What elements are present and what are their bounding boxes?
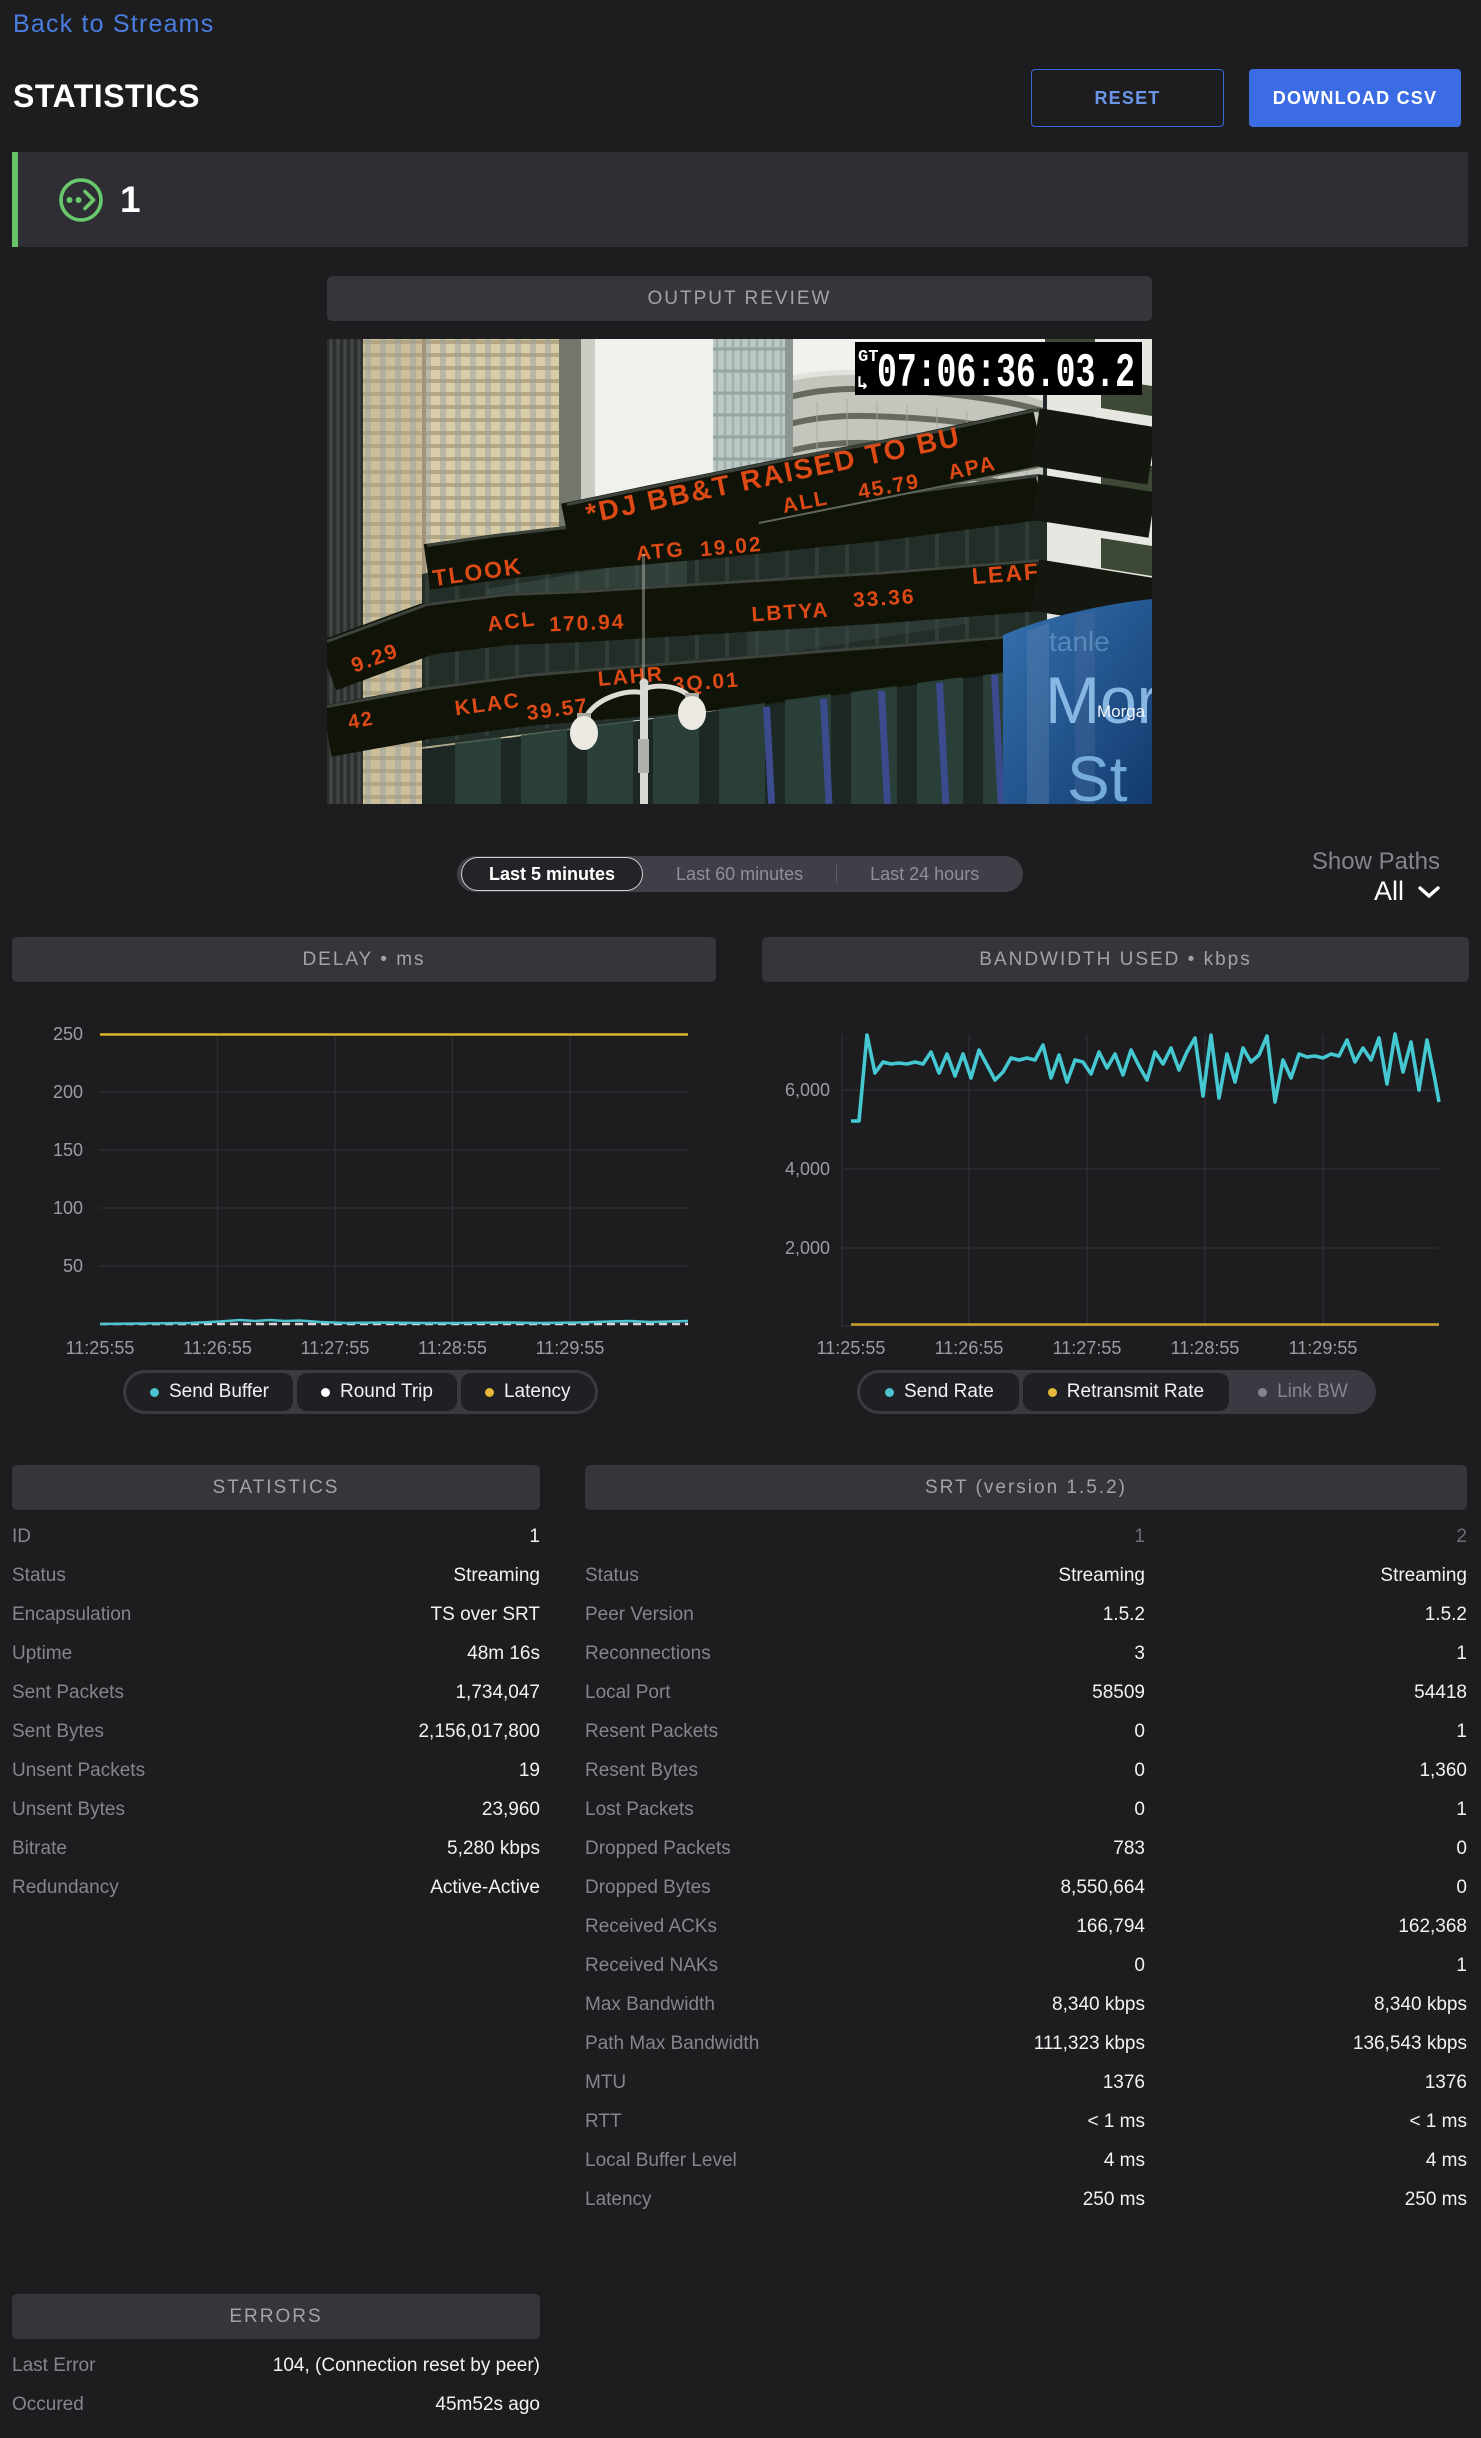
svg-text:11:26:55: 11:26:55 (935, 1338, 1004, 1358)
svg-text:6,000: 6,000 (785, 1080, 830, 1100)
svg-text:07:06:36.03.2: 07:06:36.03.2 (877, 347, 1135, 401)
svg-text:150: 150 (53, 1140, 83, 1160)
svg-text:↳: ↳ (857, 373, 868, 395)
svg-text:11:25:55: 11:25:55 (66, 1338, 135, 1358)
svg-text:tanle: tanle (1049, 626, 1110, 657)
svg-text:11:27:55: 11:27:55 (1053, 1338, 1122, 1358)
svg-text:Morga: Morga (1097, 702, 1146, 721)
svg-text:11:29:55: 11:29:55 (1289, 1338, 1358, 1358)
svg-text:St: St (1067, 743, 1128, 804)
svg-text:33.36: 33.36 (852, 585, 916, 612)
svg-text:LBTYA: LBTYA (751, 599, 830, 627)
svg-text:GT: GT (858, 348, 878, 367)
svg-text:11:27:55: 11:27:55 (301, 1338, 370, 1358)
svg-text:11:25:55: 11:25:55 (817, 1338, 886, 1358)
svg-text:11:26:55: 11:26:55 (183, 1338, 252, 1358)
svg-text:11:29:55: 11:29:55 (536, 1338, 605, 1358)
svg-text:250: 250 (53, 1024, 83, 1044)
svg-text:42: 42 (346, 708, 376, 734)
svg-text:50: 50 (63, 1256, 83, 1276)
svg-text:Mor: Mor (1045, 663, 1152, 737)
svg-text:4,000: 4,000 (785, 1159, 830, 1179)
svg-text:11:28:55: 11:28:55 (1171, 1338, 1240, 1358)
svg-text:170.94: 170.94 (549, 610, 626, 636)
svg-text:2,000: 2,000 (785, 1238, 830, 1258)
svg-text:100: 100 (53, 1198, 83, 1218)
svg-text:11:28:55: 11:28:55 (418, 1338, 487, 1358)
svg-text:200: 200 (53, 1082, 83, 1102)
svg-text:LEAF: LEAF (971, 558, 1041, 589)
